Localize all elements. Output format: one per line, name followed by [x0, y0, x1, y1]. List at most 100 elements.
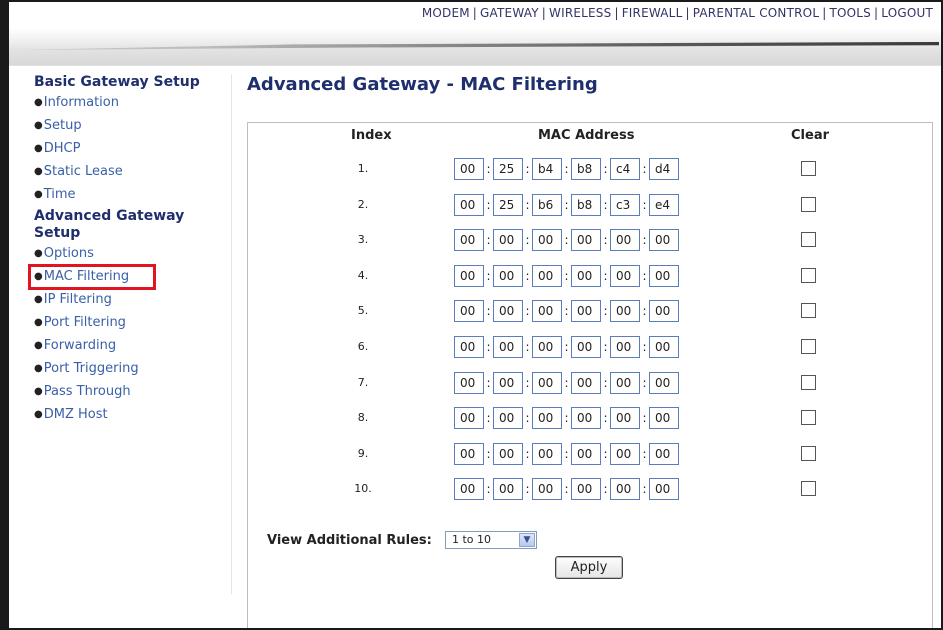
- sidebar-item-dhcp[interactable]: ●DHCP: [34, 137, 234, 160]
- sidebar-item-port-triggering[interactable]: ●Port Triggering: [34, 357, 234, 380]
- nav-tools[interactable]: TOOLS: [829, 6, 871, 20]
- mac-octet-field[interactable]: 00: [493, 229, 523, 251]
- sidebar-item-dmz-host[interactable]: ●DMZ Host: [34, 403, 234, 426]
- mac-octet-field[interactable]: 00: [610, 372, 640, 394]
- mac-octet-field[interactable]: 00: [649, 336, 679, 358]
- mac-octet-field[interactable]: 00: [571, 407, 601, 429]
- sidebar-item-port-filtering[interactable]: ●Port Filtering: [34, 311, 234, 334]
- mac-octet-field[interactable]: 00: [532, 300, 562, 322]
- clear-checkbox[interactable]: [801, 197, 816, 212]
- sidebar-item-forwarding[interactable]: ●Forwarding: [34, 334, 234, 357]
- mac-octet-field[interactable]: 00: [493, 300, 523, 322]
- mac-octet-field[interactable]: c4: [610, 158, 640, 180]
- clear-checkbox[interactable]: [801, 481, 816, 496]
- mac-octet-field[interactable]: 00: [571, 443, 601, 465]
- sidebar-item-time[interactable]: ●Time: [34, 183, 234, 206]
- nav-parental-control[interactable]: PARENTAL CONTROL: [693, 6, 819, 20]
- mac-octet-field[interactable]: 00: [610, 300, 640, 322]
- mac-address-inputs: 00:00:00:00:00:00: [454, 229, 679, 251]
- mac-octet-field[interactable]: 00: [571, 265, 601, 287]
- mac-octet-field[interactable]: 00: [649, 478, 679, 500]
- mac-octet-field[interactable]: 00: [532, 443, 562, 465]
- mac-octet-field[interactable]: 00: [610, 265, 640, 287]
- mac-octet-field[interactable]: b8: [571, 158, 601, 180]
- sidebar-item-setup[interactable]: ●Setup: [34, 114, 234, 137]
- mac-octet-field[interactable]: 00: [532, 229, 562, 251]
- mac-octet-field[interactable]: 00: [454, 407, 484, 429]
- mac-octet-field[interactable]: 00: [649, 300, 679, 322]
- mac-octet-field[interactable]: 00: [649, 443, 679, 465]
- mac-octet-field[interactable]: 00: [493, 478, 523, 500]
- sidebar-item-label: Information: [43, 95, 119, 110]
- mac-octet-field[interactable]: 00: [493, 265, 523, 287]
- mac-octet-field[interactable]: 00: [454, 265, 484, 287]
- mac-octet-field[interactable]: 00: [571, 372, 601, 394]
- mac-octet-field[interactable]: c3: [610, 194, 640, 216]
- mac-octet-field[interactable]: 00: [454, 478, 484, 500]
- mac-octet-field[interactable]: 00: [454, 158, 484, 180]
- mac-octet-field[interactable]: 00: [571, 336, 601, 358]
- mac-separator: :: [603, 411, 608, 425]
- mac-octet-field[interactable]: 00: [610, 407, 640, 429]
- clear-checkbox[interactable]: [801, 268, 816, 283]
- mac-octet-field[interactable]: b4: [532, 158, 562, 180]
- mac-octet-field[interactable]: 00: [571, 478, 601, 500]
- mac-octet-field[interactable]: 00: [493, 407, 523, 429]
- clear-checkbox[interactable]: [801, 232, 816, 247]
- mac-octet-field[interactable]: 00: [571, 300, 601, 322]
- sidebar-item-information[interactable]: ●Information: [34, 91, 234, 114]
- mac-octet-field[interactable]: 00: [649, 265, 679, 287]
- clear-checkbox[interactable]: [801, 161, 816, 176]
- mac-octet-field[interactable]: 00: [610, 336, 640, 358]
- mac-octet-field[interactable]: 00: [610, 229, 640, 251]
- clear-checkbox[interactable]: [801, 410, 816, 425]
- mac-octet-field[interactable]: 00: [649, 229, 679, 251]
- nav-logout[interactable]: LOGOUT: [881, 6, 933, 20]
- mac-octet-field[interactable]: d4: [649, 158, 679, 180]
- sidebar-item-ip-filtering[interactable]: ●IP Filtering: [34, 288, 234, 311]
- bullet-icon: ●: [34, 340, 43, 351]
- mac-octet-field[interactable]: 00: [493, 443, 523, 465]
- mac-octet-field[interactable]: 00: [454, 372, 484, 394]
- nav-modem[interactable]: MODEM: [422, 6, 470, 20]
- clear-checkbox[interactable]: [801, 339, 816, 354]
- mac-octet-field[interactable]: 00: [493, 336, 523, 358]
- sidebar-item-options[interactable]: ●Options: [34, 242, 234, 265]
- mac-octet-field[interactable]: 00: [649, 407, 679, 429]
- mac-octet-field[interactable]: 00: [649, 372, 679, 394]
- clear-checkbox[interactable]: [801, 375, 816, 390]
- mac-octet-field[interactable]: 00: [454, 229, 484, 251]
- apply-button[interactable]: Apply: [555, 556, 623, 579]
- clear-checkbox[interactable]: [801, 446, 816, 461]
- mac-separator: :: [564, 233, 569, 247]
- mac-octet-field[interactable]: 00: [454, 443, 484, 465]
- mac-octet-field[interactable]: 00: [532, 407, 562, 429]
- mac-octet-field[interactable]: 00: [610, 478, 640, 500]
- mac-octet-field[interactable]: 00: [454, 300, 484, 322]
- mac-octet-field[interactable]: 00: [532, 265, 562, 287]
- mac-octet-field[interactable]: 00: [454, 194, 484, 216]
- mac-octet-field[interactable]: 00: [454, 336, 484, 358]
- nav-gateway[interactable]: GATEWAY: [480, 6, 539, 20]
- mac-octet-field[interactable]: 00: [532, 372, 562, 394]
- mac-octet-field[interactable]: b6: [532, 194, 562, 216]
- mac-octet-field[interactable]: 00: [493, 372, 523, 394]
- chevron-down-icon[interactable]: ▼: [519, 533, 535, 547]
- nav-wireless[interactable]: WIRELESS: [549, 6, 611, 20]
- sidebar-item-static-lease[interactable]: ●Static Lease: [34, 160, 234, 183]
- sidebar-item-mac-filtering[interactable]: ●MAC Filtering: [28, 264, 156, 290]
- mac-octet-field[interactable]: 25: [493, 194, 523, 216]
- mac-octet-field[interactable]: 00: [532, 336, 562, 358]
- mac-octet-field[interactable]: e4: [649, 194, 679, 216]
- mac-octet-field[interactable]: 00: [571, 229, 601, 251]
- mac-separator: :: [642, 340, 647, 354]
- mac-octet-field[interactable]: 00: [610, 443, 640, 465]
- sidebar-item-pass-through[interactable]: ●Pass Through: [34, 380, 234, 403]
- clear-checkbox[interactable]: [801, 303, 816, 318]
- mac-octet-field[interactable]: 25: [493, 158, 523, 180]
- bullet-icon: ●: [34, 317, 43, 328]
- mac-octet-field[interactable]: b8: [571, 194, 601, 216]
- mac-octet-field[interactable]: 00: [532, 478, 562, 500]
- view-rules-select[interactable]: 1 to 10 ▼: [445, 531, 537, 549]
- nav-firewall[interactable]: FIREWALL: [622, 6, 683, 20]
